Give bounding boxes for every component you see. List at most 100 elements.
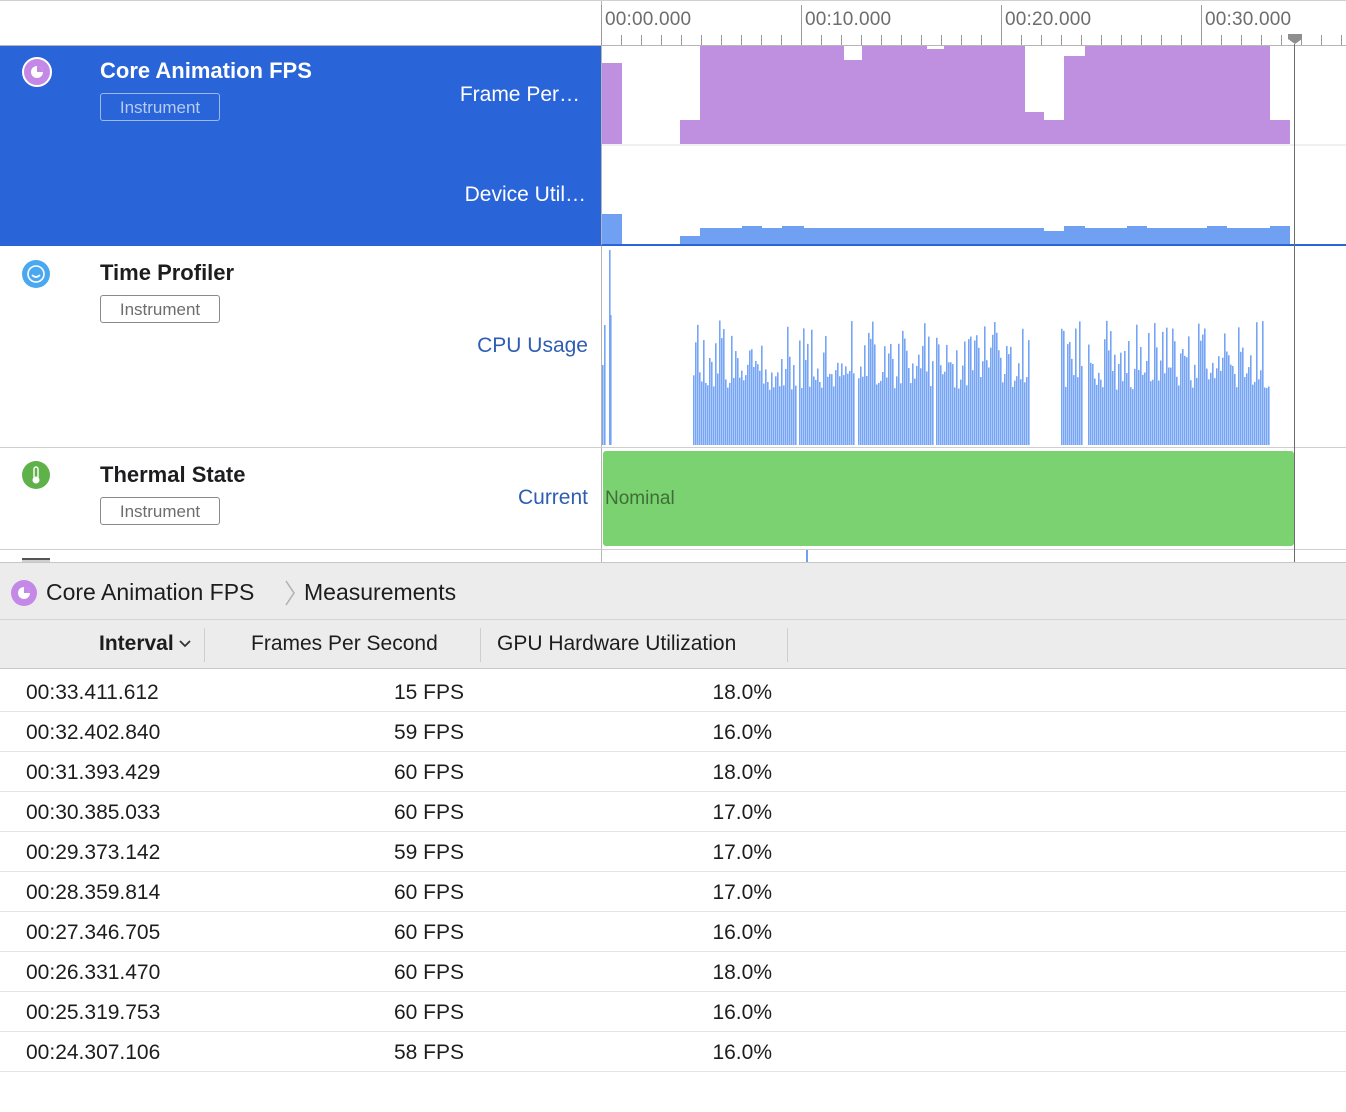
cpu-usage-bar — [1130, 387, 1132, 445]
ruler-minor-tick — [1161, 35, 1162, 45]
sort-descending-icon[interactable] — [178, 639, 192, 649]
cpu-usage-bar — [735, 351, 737, 445]
cpu-usage-bar — [918, 354, 920, 445]
track-graph-area[interactable]: Nominal — [601, 448, 1346, 549]
column-separator[interactable] — [480, 628, 481, 662]
cpu-usage-bar — [1122, 381, 1124, 445]
cpu-usage-bar — [693, 375, 695, 445]
cpu-usage-bar — [872, 321, 874, 445]
cpu-usage-bar — [1014, 380, 1016, 445]
cpu-usage-bar — [805, 359, 807, 445]
ruler-major-tick — [1001, 5, 1002, 45]
cell-gpu-util: 17.0% — [712, 841, 772, 864]
cpu-usage-bar — [771, 372, 773, 445]
track-header-selected[interactable]: Core Animation FPS Instrument Frame Per…… — [0, 46, 601, 246]
cpu-usage-bar — [982, 361, 984, 445]
cpu-usage-bar — [1216, 368, 1218, 445]
cpu-usage-bar — [952, 364, 954, 445]
cpu-usage-bar — [954, 387, 956, 445]
cpu-usage-bar — [1006, 345, 1008, 445]
cpu-usage-bar — [1164, 373, 1166, 445]
table-row[interactable]: 00:24.307.106 58 FPS 16.0% — [0, 1032, 1346, 1072]
ruler-major-tick — [801, 5, 802, 45]
cpu-usage-bar — [864, 345, 866, 445]
playhead-handle[interactable] — [1287, 33, 1303, 45]
table-row[interactable]: 00:28.359.814 60 FPS 17.0% — [0, 872, 1346, 912]
track-header[interactable]: Thermal State Instrument Current — [0, 448, 601, 549]
cpu-usage-bar — [1224, 333, 1226, 445]
ruler-minor-tick — [1281, 35, 1282, 45]
cpu-usage-bar — [1252, 384, 1254, 445]
column-header-interval[interactable]: Interval — [99, 620, 174, 668]
cell-interval: 00:27.346.705 — [26, 921, 161, 944]
table-row[interactable]: 00:32.402.840 59 FPS 16.0% — [0, 712, 1346, 752]
cpu-usage-bar — [926, 371, 928, 445]
cpu-usage-bar — [1256, 322, 1258, 445]
track-header[interactable]: Time Profiler Instrument CPU Usage — [0, 246, 601, 447]
cpu-usage-bar — [886, 377, 888, 445]
cpu-usage-bar — [1118, 363, 1120, 445]
ruler-minor-tick — [821, 35, 822, 45]
cpu-usage-bar — [745, 375, 747, 445]
breadcrumb-view[interactable]: Measurements — [304, 579, 456, 606]
table-row[interactable]: 00:25.319.753 60 FPS 16.0% — [0, 992, 1346, 1032]
instrument-badge: Instrument — [100, 93, 220, 121]
cpu-usage-bar — [860, 366, 862, 445]
cell-gpu-util: 18.0% — [712, 761, 772, 784]
cpu-usage-bar — [835, 370, 837, 445]
table-row-partial[interactable] — [0, 1072, 1346, 1112]
cpu-usage-bar — [1120, 352, 1122, 445]
cpu-usage-bar — [1154, 323, 1156, 445]
cpu-usage-bar — [1079, 321, 1081, 445]
track-time-profiler[interactable]: Time Profiler Instrument CPU Usage — [0, 246, 1346, 448]
cpu-usage-bar — [890, 343, 892, 445]
table-row[interactable]: 00:26.331.470 60 FPS 18.0% — [0, 952, 1346, 992]
column-separator[interactable] — [204, 628, 205, 662]
track-graph-area[interactable] — [601, 246, 1346, 447]
cpu-usage-bar — [721, 338, 723, 445]
track-thermal-state[interactable]: Thermal State Instrument Current Nominal — [0, 448, 1346, 550]
cpu-usage-bar — [1178, 385, 1180, 445]
breadcrumb-instrument[interactable]: Core Animation FPS — [46, 579, 254, 606]
timeline-ruler[interactable]: 00:00.000 00:10.000 00:20.000 00:30.000 — [0, 0, 1346, 46]
cpu-usage-bar — [884, 346, 886, 445]
column-header-fps[interactable]: Frames Per Second — [251, 620, 438, 668]
ruler-minor-tick — [901, 35, 902, 45]
cell-gpu-util: 16.0% — [712, 721, 772, 744]
detail-jump-bar[interactable]: Core Animation FPS Measurements — [0, 562, 1346, 620]
table-row[interactable]: 00:29.373.142 59 FPS 17.0% — [0, 832, 1346, 872]
column-separator[interactable] — [787, 628, 788, 662]
ruler-minor-tick — [1081, 35, 1082, 45]
column-header-gpu[interactable]: GPU Hardware Utilization — [497, 620, 736, 668]
track-core-animation-fps[interactable]: Core Animation FPS Instrument Frame Per…… — [0, 46, 1346, 246]
table-row[interactable]: 00:30.385.033 60 FPS 17.0% — [0, 792, 1346, 832]
cpu-usage-bar — [900, 383, 902, 445]
cpu-usage-bar — [1262, 321, 1264, 445]
cpu-usage-bar — [1114, 354, 1116, 445]
lane-label-cpu-usage: CPU Usage — [477, 334, 588, 357]
track-graph-area[interactable] — [601, 46, 1346, 246]
cpu-usage-bar — [769, 389, 771, 445]
cpu-usage-bar — [703, 340, 705, 445]
instrument-badge: Instrument — [100, 295, 220, 323]
cell-interval: 00:29.373.142 — [26, 841, 161, 864]
cpu-usage-bar — [1258, 379, 1260, 445]
cpu-usage-bar — [994, 322, 996, 445]
cpu-usage-bar — [793, 365, 795, 445]
table-row[interactable]: 00:33.411.612 15 FPS 18.0% — [0, 672, 1346, 712]
table-row[interactable]: 00:31.393.429 60 FPS 18.0% — [0, 752, 1346, 792]
cpu-usage-bar — [851, 321, 853, 445]
cpu-usage-bar — [1198, 323, 1200, 445]
cpu-usage-bar — [1071, 358, 1073, 445]
cpu-usage-bar — [837, 362, 839, 445]
cpu-usage-bar — [1264, 387, 1266, 445]
cpu-usage-bar — [801, 388, 803, 445]
cpu-usage-bar — [1246, 373, 1248, 445]
cpu-usage-bar — [1067, 344, 1069, 445]
cpu-usage-bar — [1232, 365, 1234, 445]
cpu-usage-bar — [956, 350, 958, 445]
table-row[interactable]: 00:27.346.705 60 FPS 16.0% — [0, 912, 1346, 952]
cpu-usage-bar — [1075, 328, 1077, 445]
cpu-usage-bar — [811, 329, 813, 445]
cpu-usage-bar — [862, 376, 864, 445]
